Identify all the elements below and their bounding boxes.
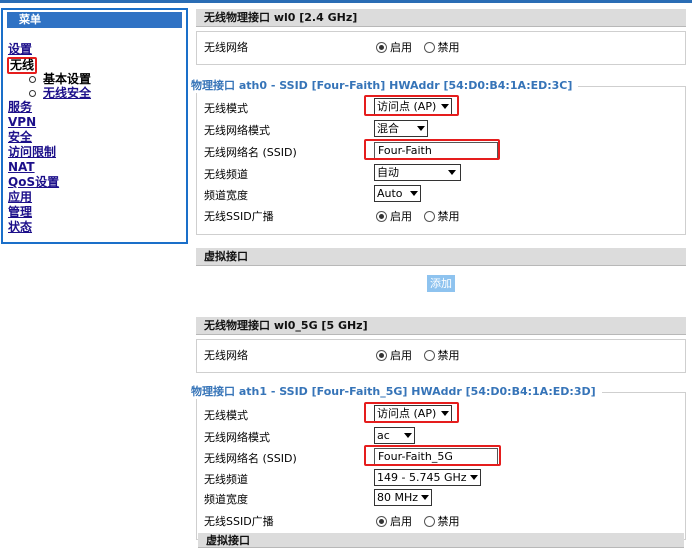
chevron-down-icon: [417, 126, 425, 131]
ssid-label: 无线网络名 (SSID): [204, 452, 297, 465]
enable-label: 启用: [390, 41, 412, 54]
width-value: Auto: [377, 187, 403, 200]
iface5-broadcast-row: 无线SSID广播 启用 禁用: [204, 511, 674, 531]
channel-label: 无线频道: [204, 168, 248, 181]
disable-label: 禁用: [437, 210, 460, 223]
sidebar-item-applications[interactable]: 应用: [3, 190, 186, 205]
iface24-network-row: 无线网络 启用 禁用: [204, 37, 674, 57]
top-accent-line: [0, 0, 692, 3]
iface5-width-select[interactable]: 80 MHz: [374, 489, 433, 506]
chevron-down-icon: [403, 433, 412, 438]
iface24-broadcast-radios: 启用 禁用: [376, 208, 468, 224]
iface5-channel-row: 无线频道 149 - 5.745 GHz: [204, 469, 674, 489]
broadcast-label: 无线SSID广播: [204, 210, 274, 223]
netmode-label: 无线网络模式: [204, 431, 270, 444]
iface5-width-row: 频道宽度 80 MHz: [204, 489, 674, 509]
iface24-header: 无线物理接口 wl0 [2.4 GHz]: [196, 9, 686, 27]
iface5-netmode-row: 无线网络模式 ac: [204, 427, 674, 447]
sidebar-item-status[interactable]: 状态: [3, 220, 186, 235]
width-label: 频道宽度: [204, 189, 248, 202]
submenu-basic-settings[interactable]: 基本设置: [29, 72, 186, 86]
sidebar-item-nat[interactable]: NAT: [3, 160, 186, 175]
add-virtual-interface-button[interactable]: 添加: [427, 275, 455, 292]
iface24-channel-select[interactable]: 自动: [374, 164, 461, 181]
sidebar-menu: 菜单 设置 无线 基本设置 无线安全 服务 VPN 安全 访问限制 NAT Qo…: [1, 8, 188, 244]
iface24-legend: 物理接口 ath0 - SSID [Four-Faith] HWAddr [54…: [191, 79, 579, 93]
netmode-value: ac: [377, 429, 390, 442]
wireless-submenu: 基本设置 无线安全: [3, 72, 186, 100]
sidebar-item-security[interactable]: 安全: [3, 130, 186, 145]
iface24-channel-row: 无线频道 自动: [204, 164, 674, 184]
sidebar-item-services[interactable]: 服务: [3, 100, 186, 115]
disable-label: 禁用: [437, 515, 460, 528]
chevron-down-icon: [421, 495, 430, 500]
iface5-network-row: 无线网络 启用 禁用: [204, 345, 674, 365]
iface24-broadcast-enable-radio[interactable]: [376, 211, 387, 222]
channel-label: 无线频道: [204, 473, 248, 486]
menu-header: 菜单: [7, 12, 182, 28]
iface24-netmode-row: 无线网络模式 混合: [204, 120, 674, 140]
disable-label: 禁用: [437, 41, 460, 54]
width-value: 80 MHz: [377, 491, 419, 504]
iface24-network-enable-radio[interactable]: [376, 42, 387, 53]
highlight-iface24-mode: [364, 95, 459, 116]
enable-label: 启用: [390, 210, 412, 223]
iface24-network-radios: 启用 禁用: [376, 39, 468, 55]
iface24-network-label: 无线网络: [204, 41, 248, 54]
chevron-down-icon: [469, 475, 478, 480]
iface24-network-disable-radio[interactable]: [423, 42, 435, 53]
sidebar-item-setup[interactable]: 设置: [3, 42, 186, 57]
iface5-broadcast-enable-radio[interactable]: [376, 516, 387, 527]
broadcast-label: 无线SSID广播: [204, 515, 274, 528]
iface5-netmode-select[interactable]: ac: [374, 427, 415, 444]
width-label: 频道宽度: [204, 493, 248, 506]
sidebar-item-qos[interactable]: QoS设置: [3, 175, 186, 190]
enable-label: 启用: [390, 515, 412, 528]
iface5-network-label: 无线网络: [204, 349, 248, 362]
highlight-iface5-mode: [364, 402, 459, 423]
iface24-broadcast-row: 无线SSID广播 启用 禁用: [204, 206, 674, 226]
iface5-network-disable-radio[interactable]: [423, 350, 435, 361]
iface5-legend: 物理接口 ath1 - SSID [Four-Faith_5G] HWAddr …: [191, 385, 602, 399]
sidebar-item-access-restrictions[interactable]: 访问限制: [3, 145, 186, 160]
sidebar-item-administration[interactable]: 管理: [3, 205, 186, 220]
submenu-wireless-security-label[interactable]: 无线安全: [43, 86, 91, 100]
netmode-label: 无线网络模式: [204, 124, 270, 137]
channel-value: 149 - 5.745 GHz: [377, 471, 467, 484]
mode-label: 无线模式: [204, 409, 248, 422]
submenu-wireless-security[interactable]: 无线安全: [29, 86, 186, 100]
channel-value: 自动: [377, 166, 399, 179]
iface24-width-select[interactable]: Auto: [374, 185, 421, 202]
iface5-network-enable-radio[interactable]: [376, 350, 387, 361]
iface24-netmode-select[interactable]: 混合: [374, 120, 428, 137]
ssid-label: 无线网络名 (SSID): [204, 146, 297, 159]
iface5-channel-select[interactable]: 149 - 5.745 GHz: [374, 469, 481, 486]
disable-label: 禁用: [437, 349, 460, 362]
netmode-value: 混合: [377, 122, 399, 135]
mode-label: 无线模式: [204, 102, 248, 115]
iface5-broadcast-disable-radio[interactable]: [423, 516, 435, 527]
highlight-iface5-ssid: [364, 445, 501, 466]
iface5-network-radios: 启用 禁用: [376, 347, 468, 363]
chevron-down-icon: [409, 191, 418, 196]
highlight-iface24-ssid: [364, 139, 500, 160]
iface24-width-row: 频道宽度 Auto: [204, 185, 674, 205]
enable-label: 启用: [390, 349, 412, 362]
iface24-broadcast-disable-radio[interactable]: [423, 211, 435, 222]
sidebar-item-vpn[interactable]: VPN: [3, 115, 186, 130]
virtual-interface-header: 虚拟接口: [196, 248, 686, 266]
iface5-broadcast-radios: 启用 禁用: [376, 513, 468, 529]
chevron-down-icon: [448, 170, 456, 175]
virtual-interface-header-2: 虚拟接口: [198, 533, 684, 548]
iface5-header: 无线物理接口 wl0_5G [5 GHz]: [196, 317, 686, 335]
